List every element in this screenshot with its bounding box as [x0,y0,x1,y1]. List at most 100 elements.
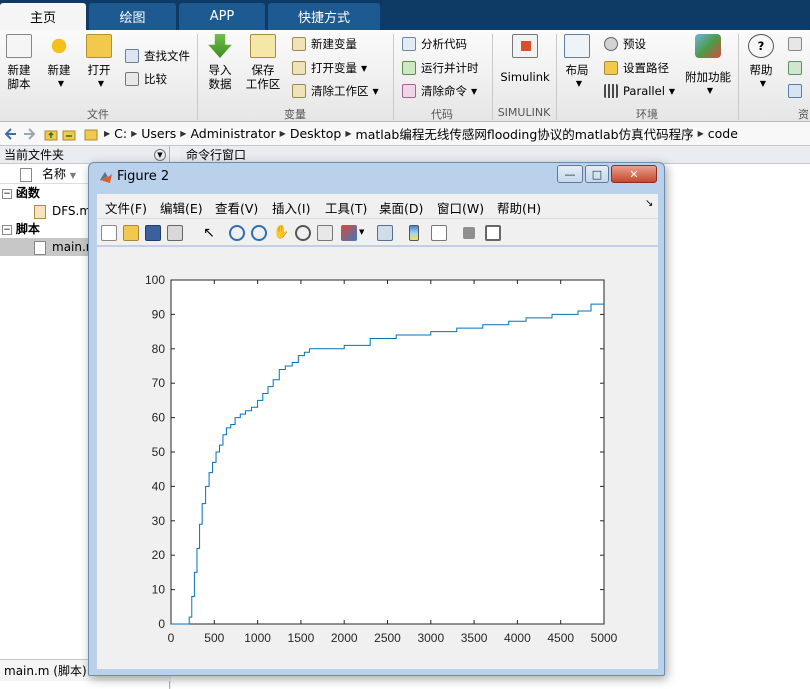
menu-edit[interactable]: 编辑(E) [160,198,203,217]
run-and-time-button[interactable]: 运行并计时 [402,59,479,77]
preferences-label: 预设 [623,37,646,51]
brush-dropdown-icon[interactable]: ▼ [359,228,364,236]
request-support-button[interactable] [788,59,807,77]
resources-group-label: 资 [798,108,809,121]
import-data-button[interactable]: 导入 数据 [204,34,236,91]
clear-workspace-button[interactable]: 清除工作区 ▼ [292,82,379,100]
simulink-button[interactable]: Simulink [500,34,550,84]
browse-folder-icon[interactable] [62,127,76,141]
breadcrumb-drive[interactable]: C: [114,126,127,141]
breadcrumb-desktop[interactable]: Desktop [290,126,342,141]
tab-plots[interactable]: 绘图 [89,3,176,30]
maximize-button[interactable]: □ [585,165,609,183]
simulink-label: Simulink [500,70,550,84]
compare-icon [125,72,139,86]
link-plot-icon[interactable] [377,225,393,241]
rotate-3d-icon[interactable] [295,225,311,241]
x-tick-label: 1000 [244,631,271,645]
open-variable-button[interactable]: 打开变量 ▼ [292,59,367,77]
zoom-in-icon[interactable] [229,225,245,241]
minimize-button[interactable]: — [557,165,583,183]
community-button[interactable] [788,35,807,53]
figure-window[interactable]: Figure 2 — □ ✕ 文件(F) 编辑(E) 查看(V) 插入(I) 工… [88,162,665,676]
line-plot[interactable]: 0 500 1000 1500 2000 2500 3000 3500 4000 4500 5000… [97,247,658,669]
menu-file[interactable]: 文件(F) [105,198,147,217]
save-icon[interactable] [145,225,161,241]
help-label: 帮助 [749,63,773,77]
show-plot-tools-icon[interactable] [485,225,501,241]
menu-desktop[interactable]: 桌面(D) [379,198,423,217]
tab-shortcuts[interactable]: 快捷方式 [268,3,380,30]
import-arrow-icon [208,34,232,58]
help-button[interactable]: ? 帮助 ▼ [746,34,776,91]
collapse-toggle-icon[interactable]: − [2,224,12,235]
brush-icon[interactable] [341,225,357,241]
group-functions-label: 函数 [15,186,40,200]
addons-button[interactable]: 附加功能 ▼ [684,34,732,98]
menu-tools[interactable]: 工具(T) [325,198,367,217]
tab-apps[interactable]: APP [179,3,265,30]
breadcrumb-code[interactable]: code [708,126,738,141]
x-tick-label: 0 [168,631,175,645]
menu-insert[interactable]: 插入(I) [272,198,310,217]
learn-matlab-button[interactable] [788,82,807,100]
command-window-title: 命令行窗口 [186,148,247,162]
new-label: 新建 [47,63,71,77]
save-workspace-label-1: 保存 [251,63,275,77]
new-variable-button[interactable]: 新建变量 [292,35,357,53]
preferences-button[interactable]: 预设 [604,35,646,53]
breadcrumb-project-folder[interactable]: matlab编程无线传感网flooding协议的matlab仿真代码程序 [356,124,694,143]
collapse-toggle-icon[interactable]: − [2,188,12,199]
column-name-header[interactable]: 名称 [42,167,66,181]
close-button[interactable]: ✕ [611,165,657,183]
print-icon[interactable] [167,225,183,241]
clear-commands-icon [402,84,416,98]
breadcrumb-administrator[interactable]: Administrator [190,126,275,141]
new-script-label-1: 新建 [7,63,31,77]
address-bar: ▶ C: ▶ Users ▶ Administrator ▶ Desktop ▶… [0,122,810,146]
support-icon [788,61,802,75]
x-tick-label: 2500 [374,631,401,645]
breadcrumb-separator: ▶ [131,129,138,138]
new-script-button[interactable]: 新建 脚本 [4,34,34,91]
zoom-out-icon[interactable] [251,225,267,241]
find-files-button[interactable]: 查找文件 [125,47,190,65]
parallel-label: Parallel [623,84,665,98]
layout-button[interactable]: 布局 ▼ [562,34,592,91]
open-file-icon[interactable] [123,225,139,241]
panel-actions-icon[interactable]: ▼ [154,149,166,161]
menu-view[interactable]: 查看(V) [215,198,258,217]
hide-plot-tools-icon[interactable] [463,227,475,239]
legend-icon[interactable] [431,225,447,241]
set-path-button[interactable]: 设置路径 [604,59,669,77]
dock-figure-icon[interactable]: ↘ [645,198,653,209]
toolstrip-ribbon: 新建 脚本 新建 ▼ 打开 ▼ 查找文件 比较 文件 导入 数据 保存 工作区 … [0,30,810,122]
up-folder-icon[interactable] [44,127,58,141]
y-tick-label: 70 [152,376,166,390]
menu-help[interactable]: 帮助(H) [497,198,541,217]
set-path-icon [604,61,618,75]
colorbar-icon[interactable] [409,225,419,241]
new-figure-icon[interactable] [101,225,117,241]
data-cursor-icon[interactable] [317,225,333,241]
compare-button[interactable]: 比较 [125,70,167,88]
forward-arrow-icon[interactable] [22,127,36,141]
run-and-time-icon [402,61,416,75]
back-arrow-icon[interactable] [4,127,18,141]
save-workspace-button[interactable]: 保存 工作区 [244,34,282,91]
clear-workspace-label: 清除工作区 [311,84,369,98]
clear-commands-button[interactable]: 清除命令 ▼ [402,82,477,100]
code-group-label: 代码 [431,108,453,121]
breadcrumb-users[interactable]: Users [141,126,176,141]
pointer-icon[interactable]: ↖ [201,225,217,241]
tab-home[interactable]: 主页 [0,3,86,30]
x-tick-label: 3500 [461,631,488,645]
pan-hand-icon[interactable]: ✋ [273,225,289,241]
analyze-code-button[interactable]: 分析代码 [402,35,467,53]
parallel-button[interactable]: Parallel ▼ [604,82,675,100]
breadcrumb-separator: ▶ [279,129,286,138]
open-button[interactable]: 打开 ▼ [84,34,114,91]
new-button[interactable]: 新建 ▼ [44,34,74,91]
y-tick-label: 100 [145,273,165,287]
menu-window[interactable]: 窗口(W) [437,198,484,217]
